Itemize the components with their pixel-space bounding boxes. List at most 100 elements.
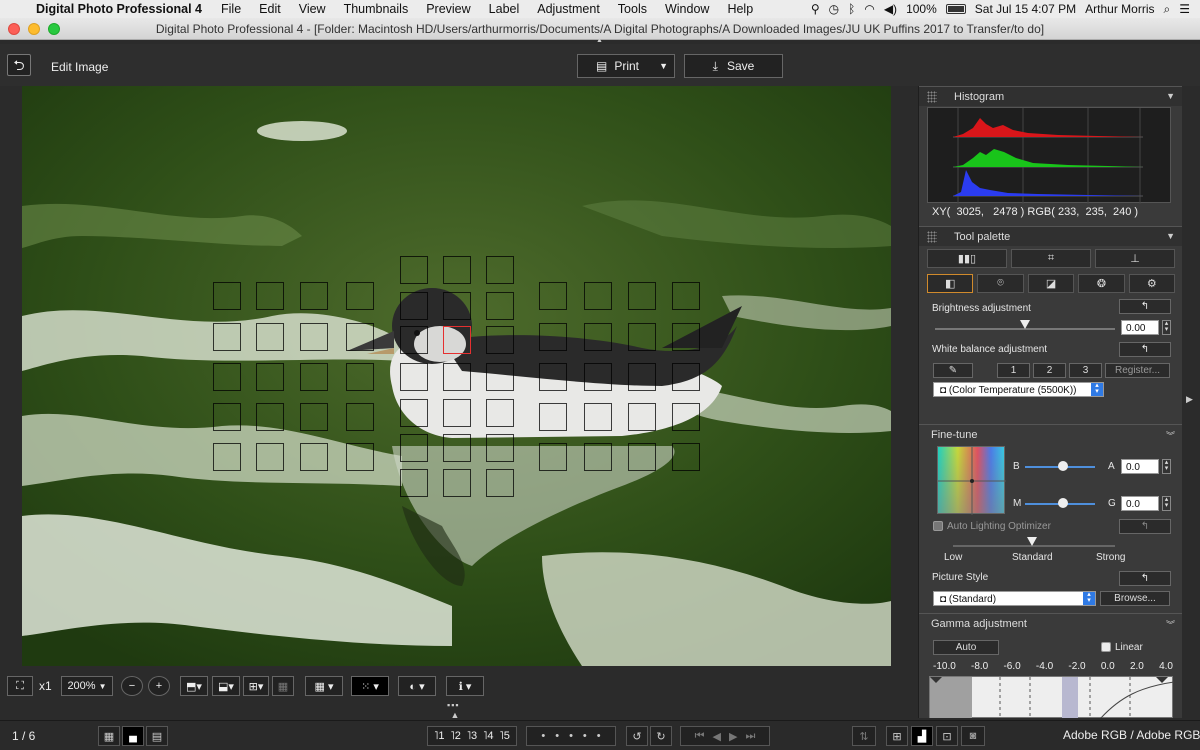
collapse-toolbar-icon[interactable]: ▲: [596, 37, 603, 44]
menu-adjustment[interactable]: Adjustment: [528, 2, 609, 16]
chevron-double-down-icon[interactable]: ︾: [1166, 429, 1175, 442]
filmstrip-view-button[interactable]: ▄: [122, 726, 144, 746]
a-value-field[interactable]: 0.0: [1121, 459, 1159, 474]
close-window-button[interactable]: [8, 23, 20, 35]
battery-icon[interactable]: [945, 4, 966, 14]
chevron-down-icon[interactable]: ▼: [1166, 231, 1175, 241]
menu-thumbnails[interactable]: Thumbnails: [335, 2, 418, 16]
gamma-curve-graph[interactable]: [929, 676, 1175, 718]
linear-checkbox[interactable]: [1101, 642, 1111, 652]
grip-icon[interactable]: [927, 90, 937, 103]
chevron-double-down-icon[interactable]: ︾: [1166, 618, 1175, 631]
single-view-button[interactable]: ⬒▾: [180, 676, 208, 696]
star-dot-icon[interactable]: •: [597, 730, 601, 742]
g-stepper[interactable]: ▴ ▾: [1162, 496, 1171, 511]
rating-1-button[interactable]: ˥1: [434, 730, 444, 742]
tab-stamp[interactable]: ⊥: [1095, 249, 1175, 268]
info-display-button[interactable]: ℹ ▾: [446, 676, 484, 696]
alo-reset-button[interactable]: ↰: [1119, 519, 1171, 534]
picture-style-select[interactable]: ◘ (Standard) ▴ ▾: [933, 591, 1096, 606]
brightness-stepper[interactable]: ▴ ▾: [1162, 320, 1171, 335]
highlight-warning-button[interactable]: ◐ ▾: [398, 676, 436, 696]
save-button[interactable]: ⤓ Save: [684, 54, 783, 78]
browse-button[interactable]: Browse...: [1100, 591, 1170, 606]
tab-settings[interactable]: ⚙: [1128, 274, 1176, 293]
first-image-icon[interactable]: ⏮: [695, 730, 705, 743]
chevron-updown-icon[interactable]: ▴ ▾: [1083, 591, 1095, 605]
fit-to-screen-button[interactable]: ⛶: [7, 676, 33, 696]
puffin-photo[interactable]: [22, 86, 891, 666]
star-dot-icon[interactable]: •: [555, 730, 559, 742]
expand-filmstrip-icon[interactable]: ▪▪▪ ▲: [447, 700, 460, 720]
spotlight-icon[interactable]: ⌕: [1164, 2, 1171, 17]
grip-icon[interactable]: [927, 230, 937, 243]
menubar-clock[interactable]: Sat Jul 15 4:07 PM: [975, 2, 1076, 16]
grid-overlay-button[interactable]: ▦ ▾: [305, 676, 343, 696]
wb-preset-2[interactable]: 2: [1033, 363, 1066, 378]
zoom-1x-button[interactable]: x1: [39, 679, 52, 693]
bluetooth-icon[interactable]: ᛒ: [848, 2, 855, 16]
menu-label[interactable]: Label: [480, 2, 529, 16]
star-dot-icon[interactable]: •: [583, 730, 587, 742]
app-menu[interactable]: Digital Photo Professional 4: [30, 2, 212, 16]
chevron-right-icon[interactable]: ▶: [1186, 394, 1193, 405]
camera-button[interactable]: ◙: [961, 726, 985, 746]
binoculars-icon[interactable]: ⚲: [811, 2, 820, 16]
zoom-in-button[interactable]: +: [148, 676, 170, 696]
time-machine-icon[interactable]: ◷: [829, 2, 839, 16]
split-view-button[interactable]: ⊞▾: [243, 676, 269, 696]
wifi-icon[interactable]: ◠: [864, 2, 874, 16]
rating-2-button[interactable]: ˥2: [450, 730, 460, 742]
sync-button[interactable]: ▦: [272, 676, 294, 696]
tool-palette-header[interactable]: Tool palette ▼: [919, 226, 1182, 246]
brightness-value-field[interactable]: 0.00: [1121, 320, 1159, 335]
picture-style-reset-button[interactable]: ↰: [1119, 571, 1171, 586]
volume-icon[interactable]: ◀): [884, 2, 897, 16]
image-viewport[interactable]: [0, 86, 918, 668]
print-button[interactable]: ▤ Print ▼: [577, 54, 675, 78]
menu-tools[interactable]: Tools: [609, 2, 656, 16]
list-view-button[interactable]: ▤: [146, 726, 168, 746]
star-dot-icon[interactable]: •: [541, 730, 545, 742]
zoom-select[interactable]: 200% ▼: [61, 676, 113, 696]
eyedropper-button[interactable]: ✎: [933, 363, 973, 378]
menu-file[interactable]: File: [212, 2, 250, 16]
menu-preview[interactable]: Preview: [417, 2, 479, 16]
panel-view-button-1[interactable]: ⊞: [886, 726, 908, 746]
alo-checkbox[interactable]: [933, 521, 943, 531]
last-image-icon[interactable]: ⏭: [745, 730, 755, 743]
color-fine-tune-grid[interactable]: [937, 446, 1006, 515]
menu-help[interactable]: Help: [718, 2, 762, 16]
menubar-user[interactable]: Arthur Morris: [1085, 2, 1154, 16]
notification-center-icon[interactable]: ☰: [1179, 2, 1190, 16]
minimize-window-button[interactable]: [28, 23, 40, 35]
tab-lens[interactable]: ⌾: [977, 274, 1024, 293]
zoom-out-button[interactable]: −: [121, 676, 143, 696]
chevron-down-icon[interactable]: ▼: [659, 61, 668, 71]
g-value-field[interactable]: 0.0: [1121, 496, 1159, 511]
tab-basic-adjust[interactable]: ▮▮▯: [927, 249, 1007, 268]
rating-4-button[interactable]: ˥4: [483, 730, 493, 742]
rating-5-button[interactable]: ˥5: [500, 730, 510, 742]
brightness-slider-thumb[interactable]: [1020, 320, 1030, 329]
tab-tone-curve[interactable]: ◪: [1027, 274, 1075, 293]
chevron-down-icon[interactable]: ▼: [1166, 91, 1175, 101]
m-g-slider-thumb[interactable]: [1058, 498, 1068, 508]
previous-image-icon[interactable]: ◀: [713, 730, 721, 743]
battery-percent[interactable]: 100%: [906, 2, 937, 16]
af-point-display-button[interactable]: ⁙ ▾: [351, 676, 389, 696]
panel-view-button-2[interactable]: ▟: [911, 726, 933, 746]
star-rating-dots[interactable]: • • • • •: [526, 726, 616, 746]
grid-view-button[interactable]: ▦: [98, 726, 120, 746]
compare-view-button[interactable]: ⬓▾: [212, 676, 240, 696]
white-balance-reset-button[interactable]: ↰: [1119, 342, 1171, 357]
gamma-header[interactable]: Gamma adjustment ︾: [919, 613, 1182, 633]
a-stepper[interactable]: ▴ ▾: [1162, 459, 1171, 474]
wb-register-button[interactable]: Register...: [1105, 363, 1170, 378]
menu-window[interactable]: Window: [656, 2, 718, 16]
tab-color[interactable]: ❂: [1078, 274, 1125, 293]
panel-view-button-3[interactable]: ⊡: [936, 726, 958, 746]
b-a-slider-thumb[interactable]: [1058, 461, 1068, 471]
histogram-header[interactable]: Histogram ▼: [919, 86, 1182, 106]
wb-preset-1[interactable]: 1: [997, 363, 1030, 378]
